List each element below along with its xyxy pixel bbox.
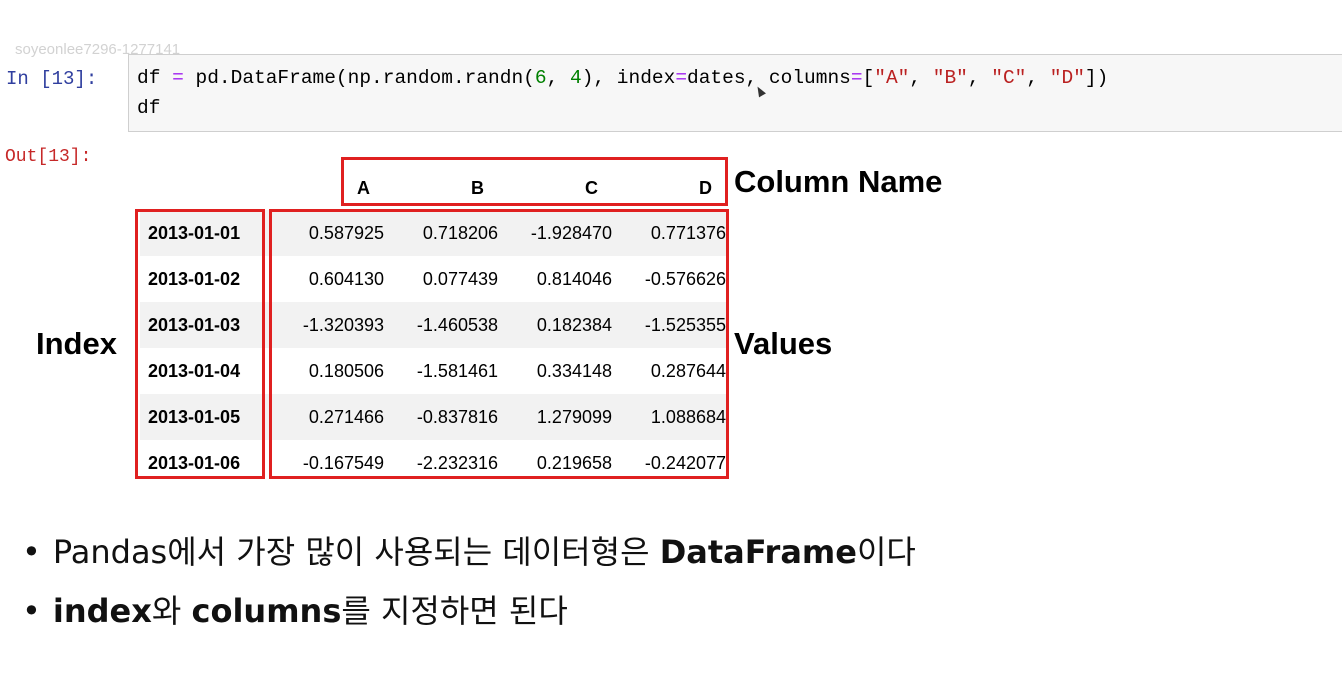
code-line-2: df [137,97,161,119]
code-input-cell[interactable]: df = pd.DataFrame(np.random.randn(6, 4),… [128,54,1342,132]
index-highlight-box [135,209,265,479]
bullet-dot-icon: • [22,592,41,630]
bullet-item-dataframe: • Pandas에서 가장 많이 사용되는 데이터형은 DataFrame이다 [22,533,916,571]
output-prompt: Out[13]: [5,147,92,167]
code-line-1: df = pd.DataFrame(np.random.randn(6, 4),… [137,67,1109,89]
index-header [140,166,270,210]
values-highlight-box [269,209,729,479]
index-label: Index [36,326,117,361]
bullet-dot-icon: • [22,533,41,571]
bullet-item-index-columns: • index와 columns를 지정하면 된다 [22,592,568,630]
input-prompt: In [13]: [6,68,98,90]
column-name-label: Column Name [734,164,943,199]
column-name-highlight-box [341,157,728,206]
values-label: Values [734,326,833,361]
